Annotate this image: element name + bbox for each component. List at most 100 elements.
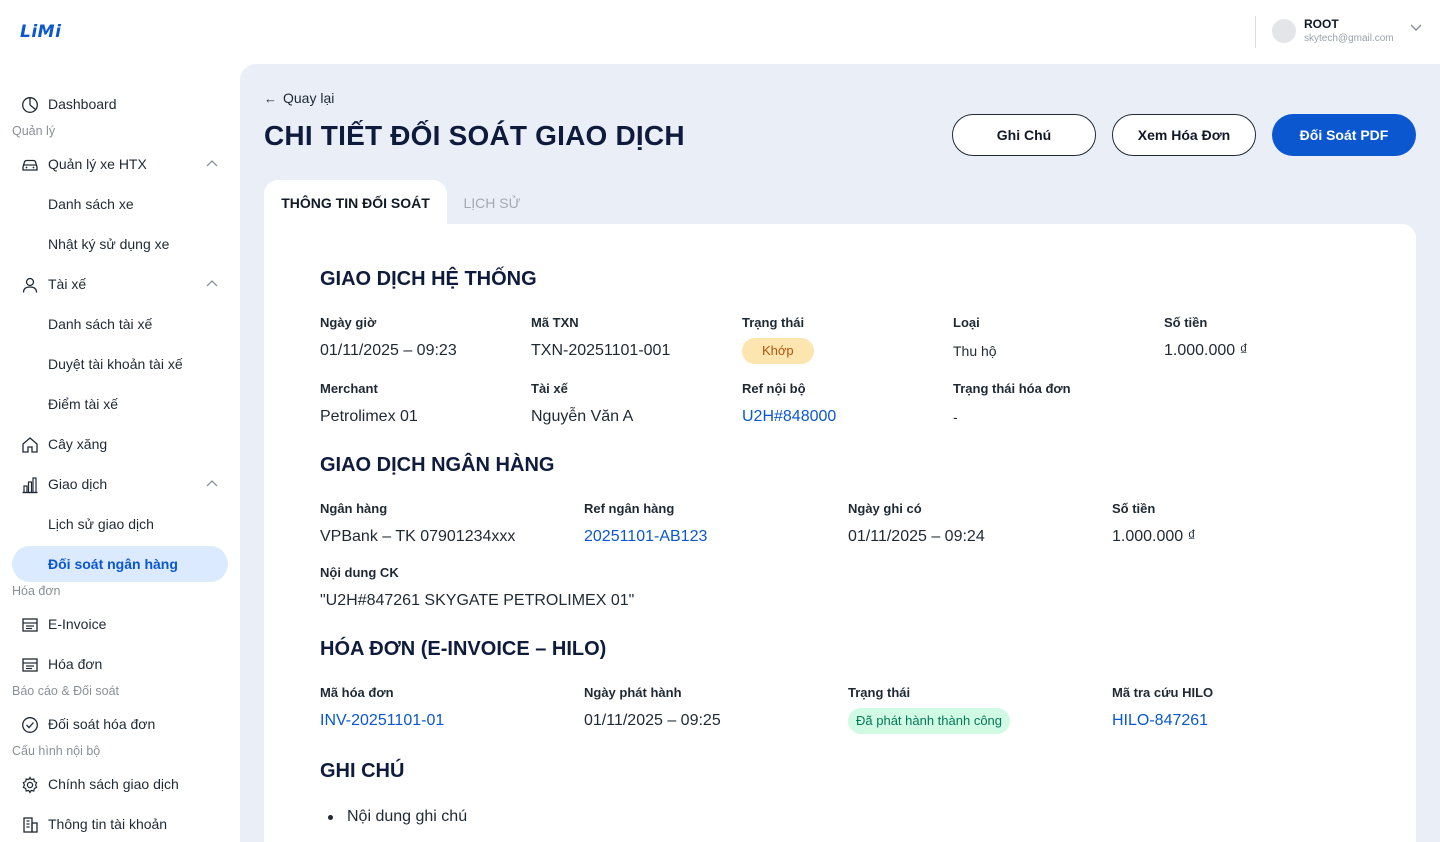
user-email: skytech@gmail.com xyxy=(1304,33,1394,44)
sidebar-section-label: Quản lý xyxy=(12,124,56,138)
field-value: TXN-20251101-001 xyxy=(531,342,671,359)
main-content: ← Quay lại CHI TIẾT ĐỐI SOÁT GIAO DỊCH G… xyxy=(240,64,1440,842)
sidebar-item-label: Giao dịch xyxy=(48,476,108,492)
sidebar-item-label: Danh sách xe xyxy=(48,196,134,212)
note-button[interactable]: Ghi Chú xyxy=(952,114,1096,156)
sidebar-item-dashboard[interactable]: Dashboard xyxy=(12,86,228,122)
field-label: Trạng thái xyxy=(848,685,911,700)
field-bank: Ngân hàng VPBank – TK 07901234xxx xyxy=(320,501,515,547)
field-label: Ngày ghi có xyxy=(848,501,922,516)
field-value: 01/11/2025 – 09:24 xyxy=(848,528,985,545)
arrow-left-icon: ← xyxy=(264,90,277,106)
brand-logo[interactable]: LiMi xyxy=(20,22,61,42)
sidebar-item-label: Danh sách tài xế xyxy=(48,316,153,332)
field-value: Petrolimex 01 xyxy=(320,408,418,425)
field-driver: Tài xế Nguyễn Văn A xyxy=(531,381,633,427)
field-label: Trạng thái hóa đơn xyxy=(953,381,1071,396)
field-value: VPBank – TK 07901234xxx xyxy=(320,528,516,545)
field-label: Ref nội bộ xyxy=(742,381,806,396)
field-value: 01/11/2025 – 09:25 xyxy=(584,712,721,729)
sidebar-item-label: Điểm tài xế xyxy=(48,396,119,412)
field-value: "U2H#847261 SKYGATE PETROLIMEX 01" xyxy=(320,592,635,609)
view-invoice-button[interactable]: Xem Hóa Đơn xyxy=(1112,114,1256,156)
field-label: Merchant xyxy=(320,381,378,396)
sidebar-item-e-invoice[interactable]: E-Invoice xyxy=(12,606,228,642)
building-icon xyxy=(23,817,38,833)
sidebar-item-invoice-reconciliation[interactable]: Đối soát hóa đơn xyxy=(12,706,228,742)
chevron-up-icon[interactable] xyxy=(206,159,218,167)
chevron-down-icon[interactable] xyxy=(1410,24,1422,32)
sidebar-item-label: E-Invoice xyxy=(48,616,107,632)
field-label: Mã TXN xyxy=(531,315,579,330)
sidebar-item-vehicle-management[interactable]: Quản lý xe HTX xyxy=(12,146,228,182)
back-label: Quay lại xyxy=(283,90,335,106)
field-label: Số tiền xyxy=(1112,501,1156,516)
user-icon xyxy=(22,277,38,293)
sidebar-section-label: Báo cáo & Đối soát xyxy=(12,684,120,698)
sidebar-item-gas-stations[interactable]: Cây xăng xyxy=(12,426,228,462)
sidebar-item-drivers[interactable]: Tài xế xyxy=(12,266,228,302)
back-link[interactable]: ← Quay lại xyxy=(264,90,334,106)
field-invoice-status: Trạng thái hóa đơn - xyxy=(953,381,1071,427)
field-label: Ref ngân hàng xyxy=(584,501,675,516)
sidebar-item-label: Tài xế xyxy=(48,276,87,292)
field-status: Trạng thái Khớp xyxy=(742,315,814,364)
chevron-up-icon[interactable] xyxy=(206,479,218,487)
field-label: Loại xyxy=(953,315,980,330)
sidebar-item-transactions[interactable]: Giao dịch xyxy=(12,466,228,502)
field-value: 01/11/2025 – 09:23 xyxy=(320,342,457,359)
notes-title: GHI CHÚ xyxy=(320,760,405,782)
reconcile-pdf-button[interactable]: Đối Soát PDF xyxy=(1272,114,1416,156)
sidebar-item-bank-reconciliation[interactable]: Đối soát ngân hàng xyxy=(12,546,228,582)
field-invoice-code: Mã hóa đơn INV-20251101-01 xyxy=(320,685,444,731)
sidebar-item-label: Đối soát hóa đơn xyxy=(48,716,156,732)
sidebar-item-label: Dashboard xyxy=(48,96,117,112)
field-invoice-state: Trạng thái Đã phát hành thành công xyxy=(848,685,1011,734)
internal-ref-link[interactable]: U2H#848000 xyxy=(742,407,836,427)
sidebar-item-invoices[interactable]: Hóa đơn xyxy=(12,646,228,682)
sidebar-item-driver-points[interactable]: Điểm tài xế xyxy=(12,386,228,422)
sidebar-item-label: Đối soát ngân hàng xyxy=(48,556,178,572)
sidebar-item-label: Lịch sử giao dịch xyxy=(48,516,154,532)
chevron-up-icon[interactable] xyxy=(206,279,218,287)
sidebar-item-account-info[interactable]: Thông tin tài khoản xyxy=(12,806,228,842)
sidebar-item-driver-list[interactable]: Danh sách tài xế xyxy=(12,306,228,342)
field-datetime: Ngày giờ 01/11/2025 – 09:23 xyxy=(320,315,457,361)
invoice-title: HÓA ĐƠN (E-INVOICE – HILO) xyxy=(320,638,607,660)
topbar-divider xyxy=(1255,16,1256,48)
status-badge: Đã phát hành thành công xyxy=(848,708,1011,734)
gear-icon xyxy=(22,776,38,794)
field-label: Nội dung CK xyxy=(320,565,399,580)
tab-history[interactable]: LỊCH SỬ xyxy=(447,180,537,226)
field-label: Tài xế xyxy=(531,381,568,396)
sidebar-item-vehicle-log[interactable]: Nhật ký sử dụng xe xyxy=(12,226,228,262)
field-type: Loại Thu hộ xyxy=(953,315,997,361)
sidebar-item-label: Cây xăng xyxy=(48,436,108,452)
field-merchant: Merchant Petrolimex 01 xyxy=(320,381,418,427)
field-value: 1.000.000 ₫ xyxy=(1112,528,1196,545)
field-label: Trạng thái xyxy=(742,315,805,330)
sidebar-item-label: Hóa đơn xyxy=(48,656,103,672)
field-hilo-code: Mã tra cứu HILO HILO-847261 xyxy=(1112,685,1213,731)
list-item: Nội dung ghi chú xyxy=(328,808,467,826)
field-bank-ref: Ref ngân hàng 20251101-AB123 xyxy=(584,501,707,547)
tab-reconciliation-info[interactable]: THÔNG TIN ĐỐI SOÁT xyxy=(264,180,447,226)
field-label: Mã hóa đơn xyxy=(320,685,394,700)
sidebar-item-vehicle-list[interactable]: Danh sách xe xyxy=(12,186,228,222)
user-menu[interactable]: ROOT skytech@gmail.com xyxy=(1272,16,1422,46)
bar-chart-icon xyxy=(22,477,38,494)
sidebar-item-transaction-history[interactable]: Lịch sử giao dịch xyxy=(12,506,228,542)
sidebar-item-label: Quản lý xe HTX xyxy=(48,156,147,172)
field-amount: Số tiền 1.000.000 ₫ xyxy=(1164,315,1248,361)
sidebar-item-transaction-policy[interactable]: Chính sách giao dịch xyxy=(12,766,228,802)
bank-ref-link[interactable]: 20251101-AB123 xyxy=(584,527,707,547)
page-title: CHI TIẾT ĐỐI SOÁT GIAO DỊCH xyxy=(264,120,685,151)
invoice-code-link[interactable]: INV-20251101-01 xyxy=(320,711,444,731)
field-value: Nguyễn Văn A xyxy=(531,408,634,425)
invoice-icon xyxy=(22,618,38,632)
sidebar-item-driver-approval[interactable]: Duyệt tài khoản tài xế xyxy=(12,346,228,382)
hilo-code-link[interactable]: HILO-847261 xyxy=(1112,711,1213,731)
field-value: 1.000.000 ₫ xyxy=(1164,342,1248,359)
dashboard-icon xyxy=(22,97,38,113)
avatar[interactable] xyxy=(1272,19,1296,43)
